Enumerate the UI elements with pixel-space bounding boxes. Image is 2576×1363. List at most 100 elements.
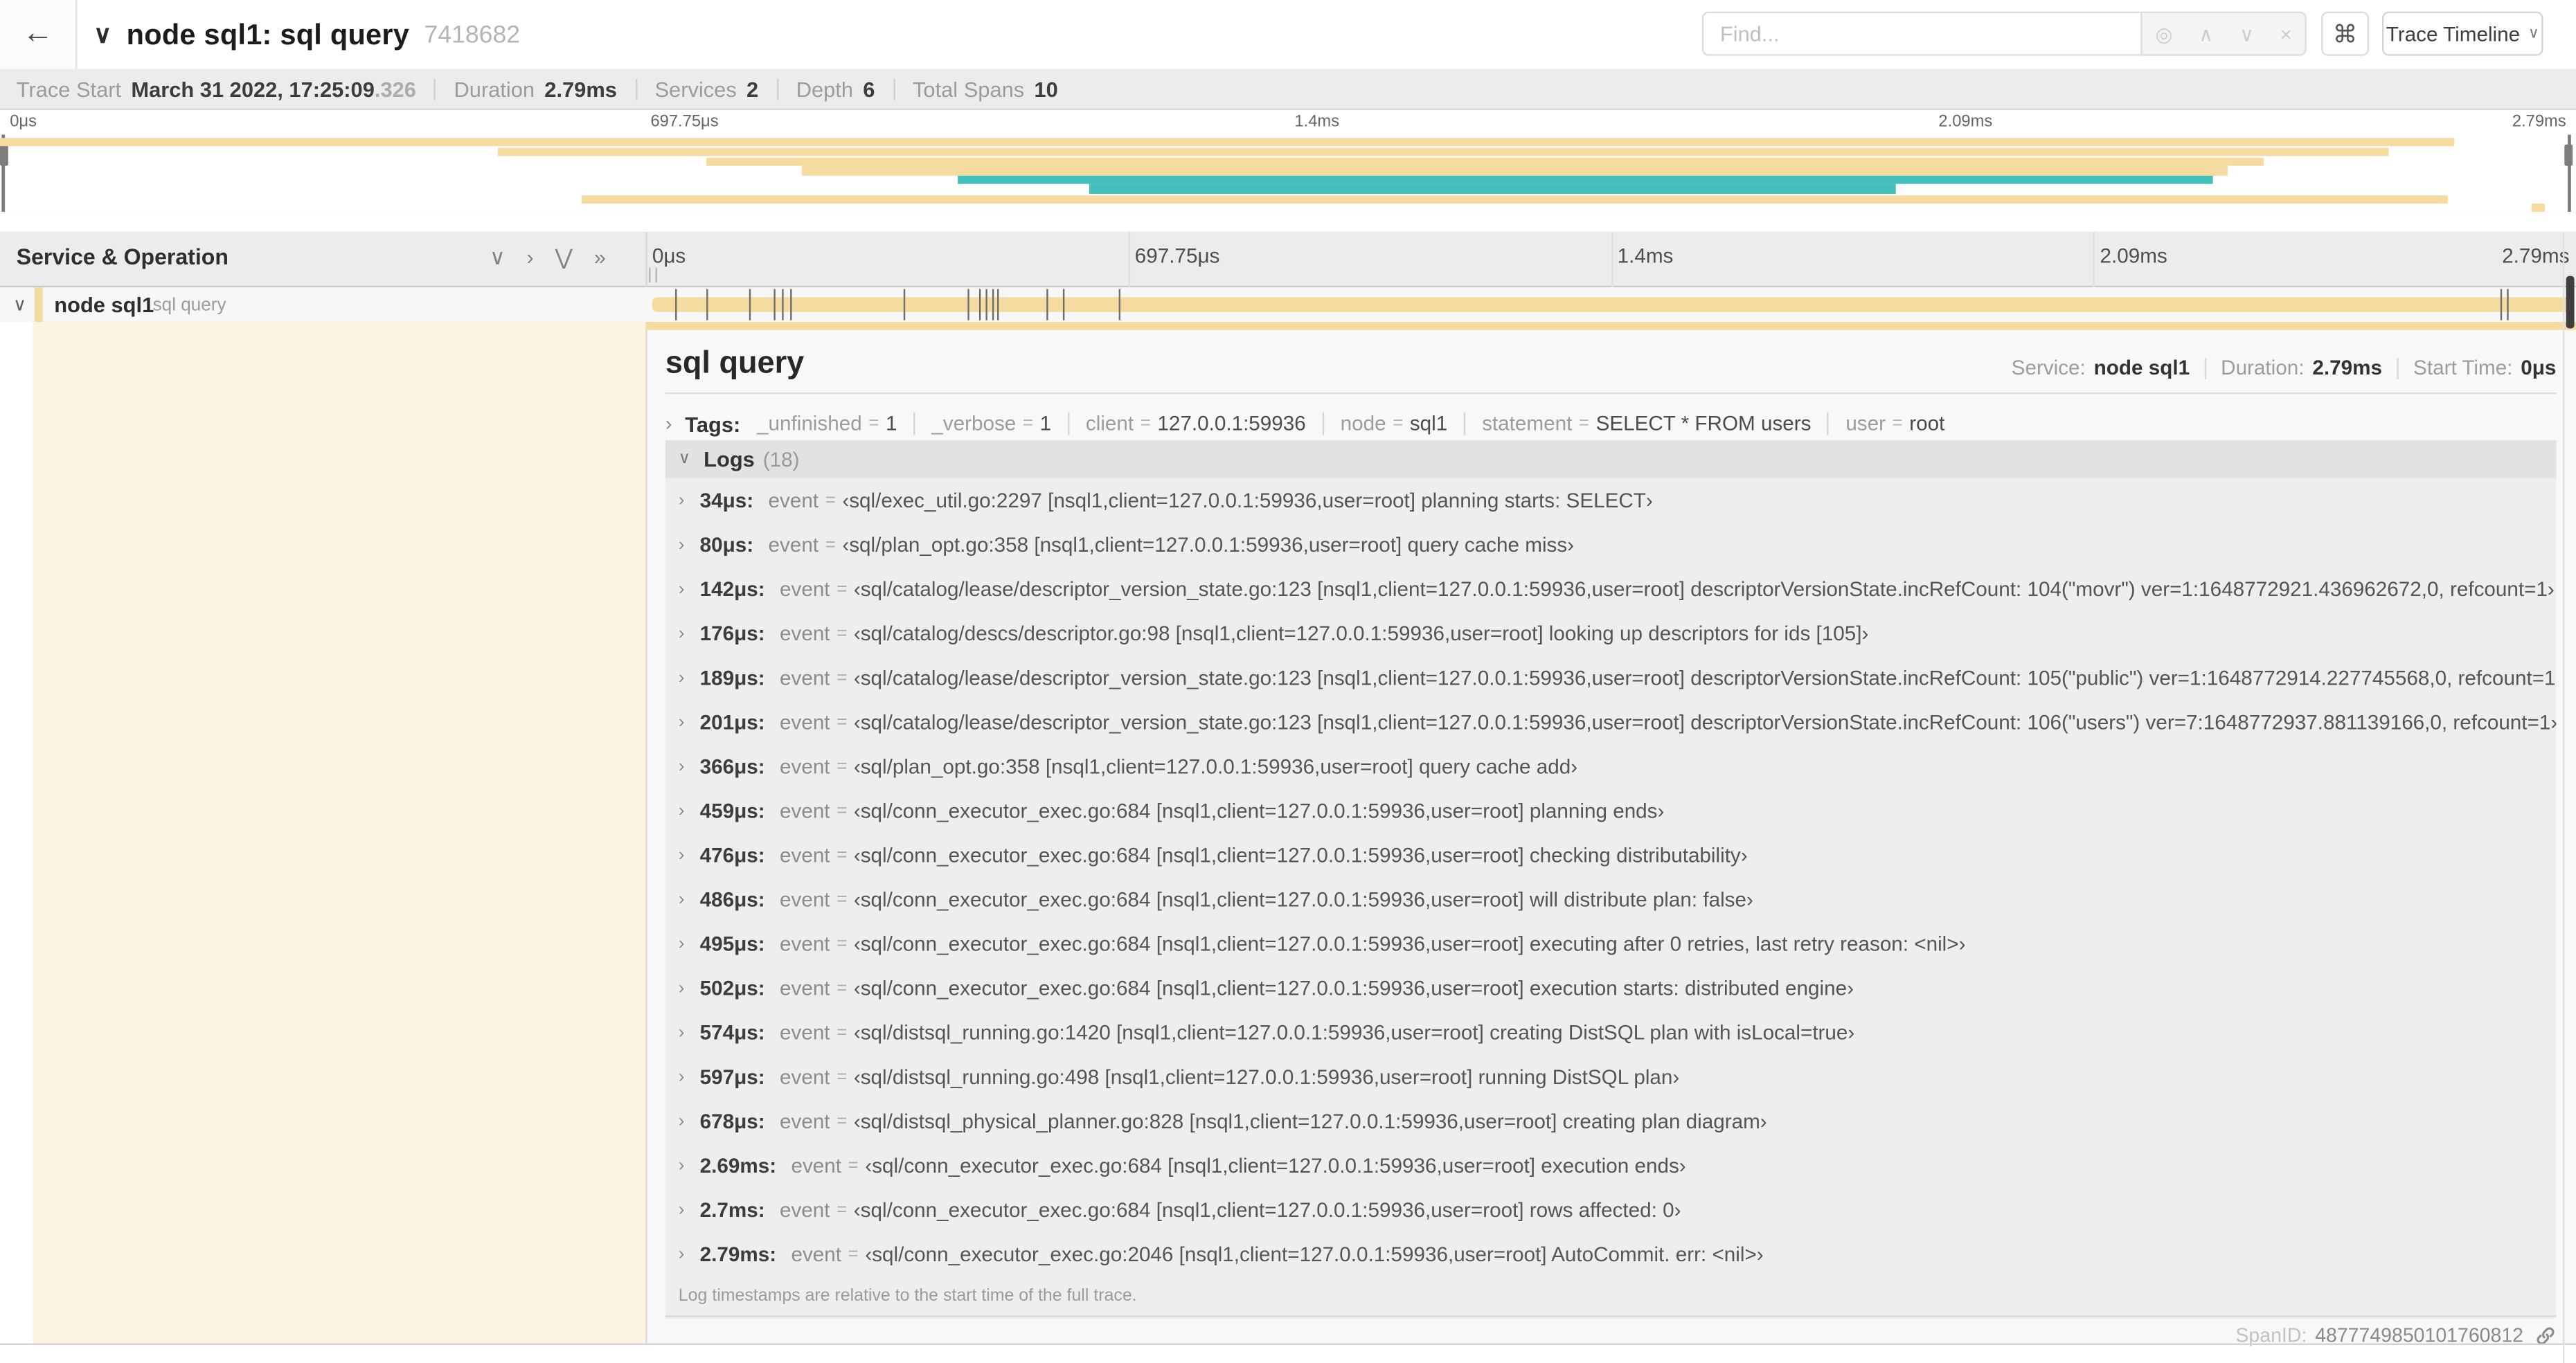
minimap-span-bar — [958, 174, 2213, 184]
equals-sign: = — [848, 1155, 859, 1175]
trace-info-item: Duration 2.79ms — [454, 76, 616, 101]
log-entry-row[interactable]: › 80μs: event = ‹sql/plan_opt.go:358 [nsql1,… — [665, 522, 2557, 566]
log-entry-row[interactable]: › 2.69ms: event = ‹sql/conn_executor_exec.go… — [665, 1143, 2557, 1187]
log-marker-tick[interactable] — [904, 289, 906, 321]
log-marker-tick[interactable] — [790, 289, 792, 321]
tag-pair: _unfinished = 1 — [757, 412, 897, 435]
log-marker-tick[interactable] — [2507, 289, 2510, 321]
minimap-left-scrubber[interactable] — [0, 134, 8, 213]
minimap-right-scrubber[interactable] — [2564, 134, 2573, 213]
trace-info-label: Duration — [454, 76, 535, 101]
divider — [2397, 356, 2399, 379]
tag-value: 1 — [885, 412, 897, 435]
log-marker-tick[interactable] — [967, 289, 969, 321]
equals-sign: = — [1578, 413, 1590, 434]
minimap-span-bar — [1089, 183, 1896, 193]
chevron-right-icon: › — [678, 1155, 685, 1175]
timeline-minimap[interactable] — [0, 134, 2576, 215]
log-marker-tick[interactable] — [2501, 289, 2503, 321]
logs-accordion-header[interactable]: ∨ Logs (18) — [665, 440, 2557, 478]
log-field-key: event — [791, 1242, 842, 1265]
log-entry-row[interactable]: › 476μs: event = ‹sql/conn_executor_exec.go:… — [665, 833, 2557, 877]
find-input[interactable] — [1701, 11, 2141, 56]
log-marker-tick[interactable] — [782, 289, 784, 321]
log-entry-row[interactable]: › 597μs: event = ‹sql/distsql_running.go:498… — [665, 1054, 2557, 1099]
log-marker-tick[interactable] — [1118, 289, 1120, 321]
timeline-tick-label: 2.09ms — [2100, 244, 2167, 268]
log-entry-row[interactable]: › 495μs: event = ‹sql/conn_executor_exec.go:… — [665, 921, 2557, 966]
log-marker-tick[interactable] — [979, 289, 981, 321]
clear-search-icon[interactable]: × — [2280, 24, 2292, 43]
log-entry-row[interactable]: › 502μs: event = ‹sql/conn_executor_exec.go:… — [665, 966, 2557, 1010]
log-marker-tick[interactable] — [986, 289, 988, 321]
log-field-key: event — [780, 621, 830, 645]
chevron-right-icon: › — [678, 534, 685, 554]
trace-info-value: 2.79ms — [544, 76, 617, 101]
collapse-all-icon[interactable]: ⋁ — [555, 244, 573, 270]
log-entry-row[interactable]: › 201μs: event = ‹sql/catalog/lease/descript… — [665, 700, 2557, 744]
scrollbar-thumb[interactable] — [2566, 276, 2575, 329]
ruler-tick-label: 1.4ms — [1294, 113, 1340, 132]
service-color-strip — [34, 287, 43, 322]
equals-sign: = — [1393, 413, 1404, 434]
logs-footer-note: Log timestamps are relative to the start… — [678, 1285, 1137, 1306]
trace-collapse-chevron-icon[interactable]: ∨ — [93, 19, 111, 49]
trace-info-value: March 31 2022, 17:25:09 — [131, 76, 375, 101]
prev-match-icon[interactable]: ∧ — [2199, 24, 2213, 43]
next-match-icon[interactable]: ∨ — [2239, 24, 2254, 43]
log-entry-row[interactable]: › 34μs: event = ‹sql/exec_util.go:2297 [nsql… — [665, 478, 2557, 522]
divider — [893, 78, 895, 100]
service-operation-heading: Service & Operation — [16, 244, 229, 270]
log-timestamp: 495μs: — [699, 932, 765, 955]
log-entry-row[interactable]: › 486μs: event = ‹sql/conn_executor_exec.go:… — [665, 877, 2557, 921]
span-detail-panel: sql query Service: node sql1 Duration: 2.79… — [647, 330, 2576, 1346]
log-entry-row[interactable]: › 574μs: event = ‹sql/distsql_running.go:142… — [665, 1010, 2557, 1054]
log-marker-tick[interactable] — [773, 289, 775, 321]
title-area: ∨ node sql1: sql query 7418682 — [93, 0, 520, 69]
chevron-right-icon: › — [678, 1066, 685, 1087]
locate-match-icon[interactable]: ◎ — [2156, 24, 2173, 43]
log-timestamp: 574μs: — [699, 1020, 765, 1044]
log-entry-row[interactable]: › 459μs: event = ‹sql/conn_executor_exec.go:… — [665, 788, 2557, 833]
log-entry-row[interactable]: › 2.79ms: event = ‹sql/conn_executor_exec.go… — [665, 1231, 2557, 1276]
log-field-value: ‹sql/conn_executor_exec.go:684 [nsql1,cl… — [853, 843, 1748, 867]
log-timestamp: 476μs: — [699, 843, 765, 867]
deep-link-icon[interactable] — [2535, 1324, 2557, 1346]
trace-info-label: Depth — [796, 76, 854, 101]
resizer-grip-icon[interactable] — [649, 267, 657, 283]
tags-accordion[interactable]: › Tags: _unfinished = 1 _verbose = 1 client = 127.… — [665, 406, 2557, 442]
view-selector-label: Trace Timeline — [2386, 22, 2521, 46]
chevron-right-icon: › — [678, 579, 685, 599]
log-marker-tick[interactable] — [1046, 289, 1048, 321]
log-marker-tick[interactable] — [749, 289, 752, 321]
minimap-span-bar — [706, 156, 2264, 166]
log-entry-row[interactable]: › 176μs: event = ‹sql/catalog/descs/descript… — [665, 611, 2557, 656]
span-collapse-chevron-icon[interactable]: ∨ — [13, 294, 26, 315]
span-row[interactable]: ∨ node sql1 sql query — [0, 287, 2576, 322]
equals-sign: = — [1140, 413, 1151, 434]
log-marker-tick[interactable] — [675, 289, 677, 321]
log-marker-tick[interactable] — [707, 289, 709, 321]
log-entry-row[interactable]: › 678μs: event = ‹sql/distsql_physical_plann… — [665, 1099, 2557, 1143]
log-timestamp: 34μs: — [699, 488, 754, 512]
log-timestamp: 366μs: — [699, 755, 765, 778]
collapse-one-icon[interactable]: ∨ — [490, 244, 506, 270]
log-timestamp: 2.7ms: — [699, 1198, 765, 1221]
back-button[interactable]: ← — [0, 0, 78, 69]
keyboard-shortcuts-button[interactable]: ⌘ — [2321, 11, 2370, 56]
minimap-span-bar — [2532, 202, 2546, 213]
view-selector-button[interactable]: Trace Timeline ∨ — [2381, 11, 2543, 56]
log-marker-tick[interactable] — [1062, 289, 1064, 321]
log-entry-row[interactable]: › 142μs: event = ‹sql/catalog/lease/descript… — [665, 566, 2557, 611]
log-marker-tick[interactable] — [996, 289, 999, 321]
log-field-value: ‹sql/conn_executor_exec.go:2046 [nsql1,c… — [865, 1242, 1764, 1265]
log-entry-row[interactable]: › 189μs: event = ‹sql/catalog/lease/descript… — [665, 656, 2557, 700]
ruler-tick-label: 0μs — [10, 113, 37, 132]
span-duration-bar[interactable] — [652, 297, 2570, 312]
log-entry-row[interactable]: › 2.7ms: event = ‹sql/conn_executor_exec.go:… — [665, 1187, 2557, 1231]
log-marker-tick[interactable] — [992, 289, 994, 321]
chevron-right-icon: › — [678, 712, 685, 732]
log-entry-row[interactable]: › 366μs: event = ‹sql/plan_opt.go:358 [nsql1… — [665, 744, 2557, 788]
expand-one-icon[interactable]: › — [526, 244, 533, 270]
expand-all-icon[interactable]: » — [594, 244, 606, 270]
